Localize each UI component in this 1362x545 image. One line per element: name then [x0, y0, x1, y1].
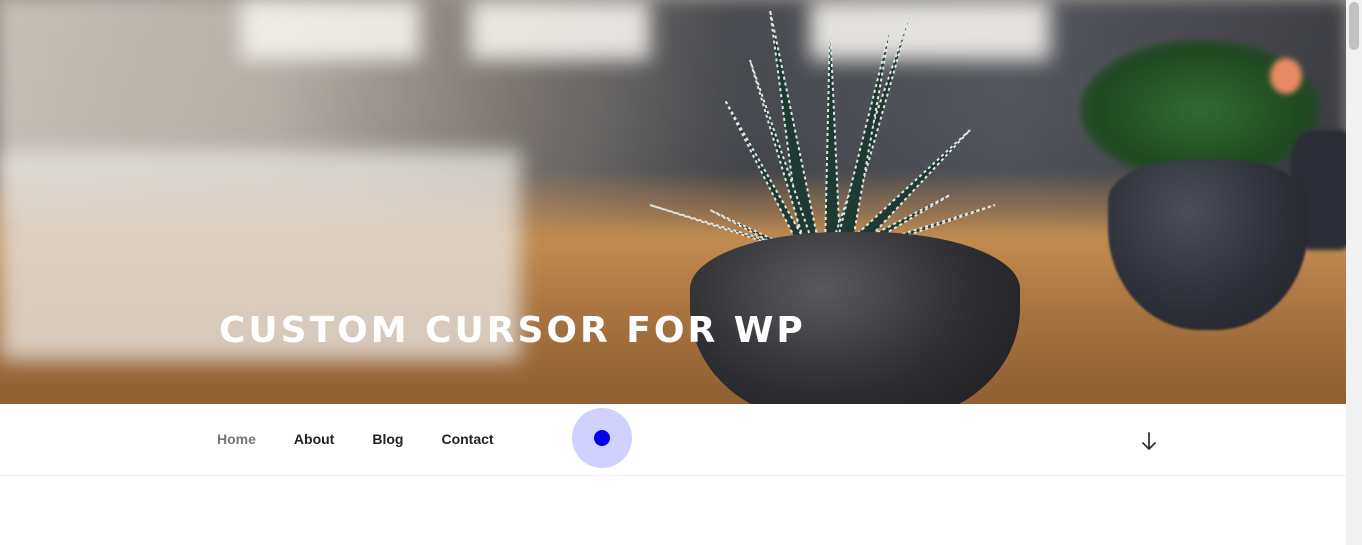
- header-hero-image: CUSTOM CURSOR FOR WP: [0, 0, 1346, 404]
- custom-cursor-dot: [594, 430, 610, 446]
- nav-item-about: About: [294, 431, 334, 449]
- nav-link-contact[interactable]: Contact: [441, 431, 493, 447]
- nav-item-blog: Blog: [372, 431, 403, 449]
- nav-link-blog[interactable]: Blog: [372, 431, 403, 447]
- nav-item-contact: Contact: [441, 431, 493, 449]
- main-navigation: Home About Blog Contact: [0, 404, 1346, 476]
- nav-menu: Home About Blog Contact: [217, 404, 532, 475]
- hero-window-light: [470, 0, 650, 60]
- site-title[interactable]: CUSTOM CURSOR FOR WP: [219, 310, 806, 351]
- hero-orange-light: [1270, 58, 1302, 94]
- nav-link-home[interactable]: Home: [217, 431, 256, 447]
- arrow-down-icon[interactable]: [1138, 430, 1160, 452]
- nav-item-home: Home: [217, 431, 256, 449]
- hero-window-light: [240, 0, 420, 60]
- succulent-plant-icon: [649, 9, 996, 253]
- nav-link-about[interactable]: About: [294, 431, 334, 447]
- scrollbar-thumb[interactable]: [1349, 2, 1359, 50]
- page-scrollbar[interactable]: [1346, 0, 1362, 545]
